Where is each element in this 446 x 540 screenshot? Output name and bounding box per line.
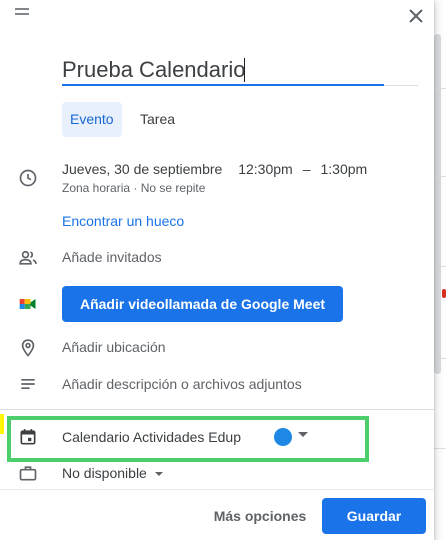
location-pin-icon	[21, 339, 35, 357]
title-divider	[384, 85, 418, 86]
separator-dot: ·	[133, 181, 138, 195]
background-grid-line	[434, 176, 446, 177]
chevron-down-icon[interactable]	[154, 472, 163, 477]
background-grid-line	[434, 358, 446, 359]
timezone-label[interactable]: Zona horaria	[62, 181, 130, 195]
availability-label[interactable]: No disponible	[62, 465, 147, 481]
tab-evento[interactable]: Evento	[62, 102, 122, 137]
background-scrollbar[interactable]	[434, 34, 441, 374]
background-event-marker	[442, 289, 446, 298]
briefcase-icon	[19, 466, 37, 481]
yellow-marker	[0, 414, 4, 434]
clock-icon	[19, 169, 37, 187]
footer-divider	[0, 489, 434, 490]
google-meet-icon	[19, 299, 36, 309]
availability-select[interactable]: No disponible	[62, 465, 163, 481]
background-grid-line	[434, 448, 446, 449]
notes-icon	[21, 379, 35, 389]
add-guests[interactable]: Añade invitados	[62, 249, 162, 265]
add-location[interactable]: Añadir ubicación	[62, 339, 166, 355]
event-start-time[interactable]: 12:30pm	[238, 161, 292, 177]
add-description[interactable]: Añadir descripción o archivos adjuntos	[62, 376, 302, 392]
background-grid-line	[434, 266, 446, 267]
time-separator: –	[302, 161, 311, 177]
tab-tarea[interactable]: Tarea	[132, 102, 183, 137]
more-options-button[interactable]: Más opciones	[206, 498, 314, 534]
timezone-repeat-line[interactable]: Zona horaria · No se repite	[62, 181, 205, 195]
save-button[interactable]: Guardar	[322, 498, 426, 534]
event-end-time[interactable]: 1:30pm	[321, 161, 368, 177]
find-slot-link[interactable]: Encontrar un hueco	[62, 213, 184, 229]
drag-handle-icon[interactable]	[15, 8, 29, 18]
calendar-highlight-box	[7, 416, 369, 462]
event-datetime[interactable]: Jueves, 30 de septiembre 12:30pm –1:30pm	[62, 161, 377, 177]
people-icon	[19, 250, 37, 265]
background-grid-line	[434, 88, 446, 89]
add-google-meet-button[interactable]: Añadir videollamada de Google Meet	[62, 286, 343, 322]
event-title-input[interactable]	[62, 54, 384, 86]
text-caret	[244, 58, 245, 82]
section-divider	[0, 409, 434, 410]
repeat-label[interactable]: No se repite	[141, 181, 206, 195]
title-underline	[62, 84, 384, 86]
event-date[interactable]: Jueves, 30 de septiembre	[62, 161, 222, 177]
close-icon[interactable]	[404, 4, 428, 28]
